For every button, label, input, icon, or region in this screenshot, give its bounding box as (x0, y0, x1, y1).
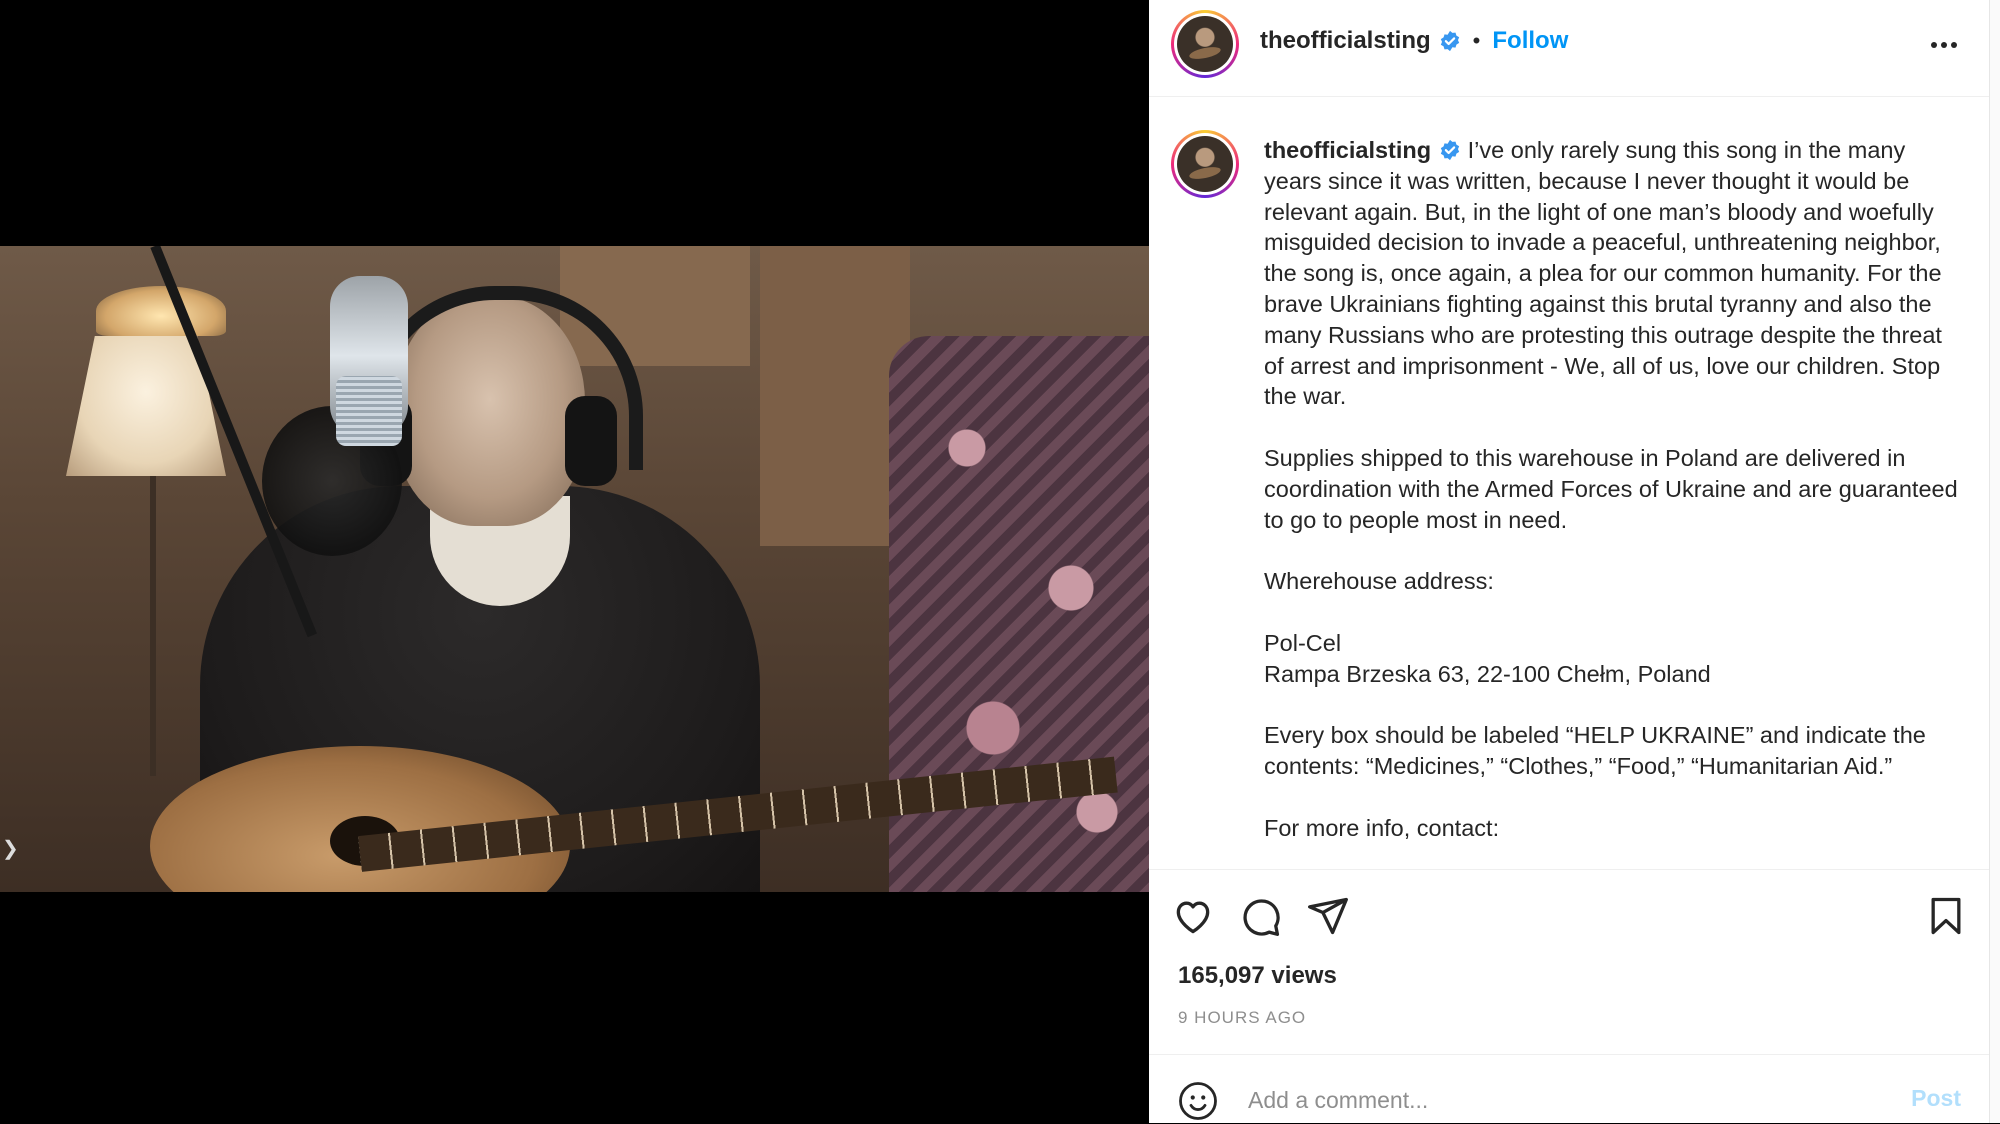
video-player[interactable] (0, 246, 1149, 892)
action-bar (1149, 870, 1989, 960)
header-username[interactable]: theofficialsting (1260, 27, 1431, 55)
comment-icon[interactable] (1238, 894, 1282, 938)
caption-scroll-area[interactable]: theofficialsting I’ve only rarely sung t… (1149, 97, 1989, 869)
avatar[interactable] (1171, 10, 1239, 78)
scrollbar[interactable] (1989, 0, 2000, 1123)
avatar-image (1177, 136, 1233, 192)
post-comment-button[interactable]: Post (1911, 1085, 1961, 1112)
lamp-pole (150, 476, 156, 776)
post-header: theofficialsting • Follow (1149, 0, 1989, 97)
more-options-icon[interactable] (1927, 30, 1961, 60)
headphone-ear (565, 396, 617, 486)
comment-bar: Post (1149, 1054, 1989, 1124)
wall-panel (760, 246, 910, 546)
emoji-icon[interactable] (1177, 1080, 1219, 1122)
chevron-right-icon[interactable]: ❯ (2, 836, 19, 861)
follow-button[interactable]: Follow (1492, 27, 1568, 55)
verified-badge-icon (1440, 30, 1459, 52)
microphone-grill (336, 376, 402, 446)
timestamp[interactable]: 9 HOURS AGO (1178, 1008, 1306, 1028)
caption-body: I’ve only rarely sung this song in the m… (1264, 137, 1958, 841)
heart-icon[interactable] (1171, 894, 1215, 938)
caption-username[interactable]: theofficialsting (1264, 137, 1431, 163)
caption-avatar[interactable] (1171, 130, 1239, 198)
comment-input[interactable] (1246, 1077, 1830, 1123)
post-panel: theofficialsting • Follow theofficialsti… (1149, 0, 1989, 1123)
avatar-image (1177, 16, 1233, 72)
caption-text: theofficialsting I’ve only rarely sung t… (1264, 135, 1964, 843)
separator-dot: • (1472, 28, 1481, 53)
media-viewer[interactable]: ❯ (0, 0, 1149, 1123)
paper-plane-icon[interactable] (1306, 894, 1350, 938)
verified-badge-icon (1440, 139, 1460, 161)
bookmark-icon[interactable] (1924, 894, 1968, 938)
views-count[interactable]: 165,097 views (1178, 962, 1337, 990)
lamp (96, 286, 226, 336)
